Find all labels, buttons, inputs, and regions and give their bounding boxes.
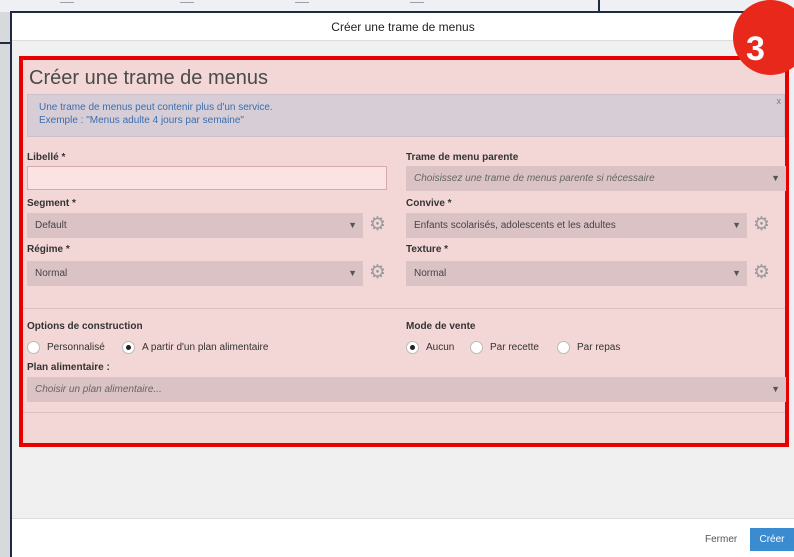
info-alert: Une trame de menus peut contenir plus d'… [27,94,785,137]
dialog-header: Créer une trame de menus [12,13,794,41]
chevron-down-icon: ▼ [771,173,780,183]
segment-label: Segment * [27,198,76,209]
convive-label: Convive * [406,198,452,209]
texture-label: Texture * [406,244,449,255]
food-plan-placeholder: Choisir un plan alimentaire... [35,384,162,395]
chevron-down-icon: ▼ [348,220,357,230]
regime-value: Normal [35,268,68,279]
option-label: Personnalisé [47,342,105,353]
radio-circle-selected [122,341,135,354]
gear-icon[interactable]: ⚙ [753,215,770,235]
mode-none-radio[interactable]: Aucun [406,341,454,354]
option-custom-radio[interactable]: Personnalisé [27,341,105,354]
parent-template-select[interactable]: Choisissez une trame de menus parente si… [406,166,786,191]
regime-label: Régime * [27,244,70,255]
build-options-label: Options de construction [27,321,143,332]
background-mark [180,2,194,7]
option-food-plan-radio[interactable]: A partir d'un plan alimentaire [122,341,268,354]
dialog-footer: Fermer Créer [12,518,794,557]
mode-meal-radio[interactable]: Par repas [557,341,620,354]
texture-value: Normal [414,268,447,279]
option-label: A partir d'un plan alimentaire [142,342,269,353]
food-plan-label: Plan alimentaire : [27,362,110,373]
alert-text: Une trame de menus peut contenir plus d'… [39,101,273,127]
chevron-down-icon: ▼ [732,220,741,230]
create-button[interactable]: Créer [750,528,794,551]
chevron-down-icon: ▼ [771,384,780,394]
mode-label: Aucun [426,342,455,353]
mode-label: Par repas [577,342,621,353]
food-plan-select[interactable]: Choisir un plan alimentaire... ▼ [27,377,786,402]
convive-value: Enfants scolarisés, adolescents et les a… [414,220,616,231]
close-button[interactable]: Fermer [705,534,737,545]
radio-circle [557,341,570,354]
parent-template-label: Trame de menu parente [406,152,519,163]
gear-icon[interactable]: ⚙ [369,215,386,235]
mode-recipe-radio[interactable]: Par recette [470,341,539,354]
alert-line: Exemple : "Menus adulte 4 jours par sema… [39,115,244,126]
texture-select[interactable]: Normal ▼ [406,261,747,286]
radio-circle [27,341,40,354]
chevron-down-icon: ▼ [732,268,741,278]
background-mark [60,2,74,7]
alert-close-icon[interactable]: x [777,96,782,106]
radio-circle-selected [406,341,419,354]
background-mark [410,2,424,7]
segment-value: Default [35,220,67,231]
convive-select[interactable]: Enfants scolarisés, adolescents et les a… [406,213,747,238]
sale-mode-label: Mode de vente [406,321,476,332]
libelle-label: Libellé * [27,152,66,163]
gear-icon[interactable]: ⚙ [369,263,386,283]
section-divider [23,308,785,309]
libelle-input[interactable] [27,166,387,190]
chevron-down-icon: ▼ [348,268,357,278]
background-mark [295,2,309,7]
highlighted-form-panel: Créer une trame de menus Une trame de me… [19,56,789,447]
section-divider [23,412,785,413]
parent-template-placeholder: Choisissez une trame de menus parente si… [414,173,655,184]
panel-title: Créer une trame de menus [29,67,269,89]
radio-circle [470,341,483,354]
regime-select[interactable]: Normal ▼ [27,261,363,286]
segment-select[interactable]: Default ▼ [27,213,363,238]
gear-icon[interactable]: ⚙ [753,263,770,283]
mode-label: Par recette [490,342,539,353]
alert-line: Une trame de menus peut contenir plus d'… [39,102,273,113]
